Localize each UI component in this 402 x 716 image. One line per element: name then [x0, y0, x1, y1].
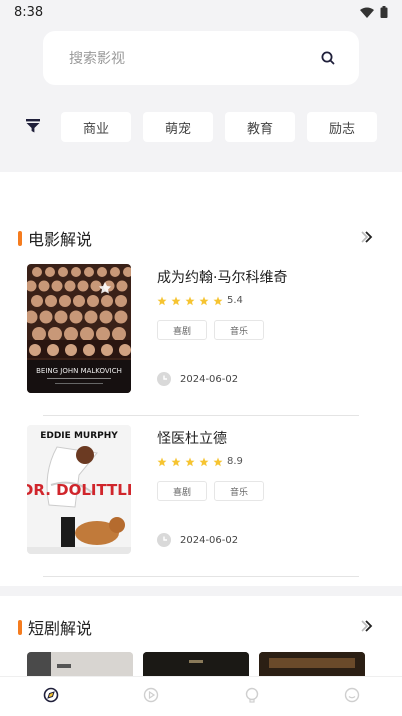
date-row: 2024-06-02	[157, 372, 238, 386]
poster-caption-top: EDDIE MURPHY	[40, 431, 118, 441]
section-title-short: 短剧解说	[18, 615, 92, 639]
home-icon[interactable]	[43, 687, 59, 703]
star-icon	[157, 296, 167, 305]
star-icon	[199, 457, 209, 466]
section-accent-bar	[18, 619, 22, 635]
star-icon	[185, 296, 195, 305]
filter-row: 商业 萌宠 教育 励志	[0, 110, 402, 144]
genre-tag[interactable]: 音乐	[214, 481, 264, 501]
section-title-movies: 电影解说	[18, 226, 92, 250]
search-icon[interactable]	[321, 51, 335, 65]
section-title-text: 短剧解说	[28, 619, 93, 638]
genre-tag[interactable]: 喜剧	[157, 481, 207, 501]
movie-section: 电影解说 BEING JOHN MALKOVICH 成为约翰·马尔科维奇 5.4…	[0, 172, 402, 586]
movie-card[interactable]: BEING JOHN MALKOVICH 成为约翰·马尔科维奇 5.4 喜剧 音…	[0, 264, 402, 414]
rating-row: 8.9	[157, 456, 243, 467]
movie-title[interactable]: 成为约翰·马尔科维奇	[157, 267, 287, 287]
release-date: 2024-06-02	[180, 534, 239, 546]
clock-icon	[157, 533, 171, 547]
status-time: 8:38	[14, 4, 44, 20]
rating-row: 5.4	[157, 295, 243, 306]
divider	[43, 415, 359, 416]
movie-poster[interactable]: EDDIE MURPHY DR. DOLITTLE	[27, 425, 131, 554]
poster-caption-main: DR. DOLITTLE	[27, 481, 131, 499]
release-date: 2024-06-02	[180, 373, 239, 385]
chevron-right-icon[interactable]	[360, 230, 374, 244]
section-accent-bar	[18, 230, 22, 246]
battery-icon	[380, 6, 388, 18]
star-icon	[213, 457, 223, 466]
poster-caption: BEING JOHN MALKOVICH	[36, 367, 122, 375]
star-icon	[157, 457, 167, 466]
movie-card[interactable]: EDDIE MURPHY DR. DOLITTLE 怪医杜立德 8.9 喜剧 音…	[0, 425, 402, 575]
filter-icon[interactable]	[26, 119, 40, 133]
star-icon	[213, 296, 223, 305]
star-icon	[185, 457, 195, 466]
bottom-tab-bar	[0, 676, 402, 716]
genre-tag[interactable]: 喜剧	[157, 320, 207, 340]
wifi-icon	[360, 7, 374, 18]
filter-chip-pets[interactable]: 萌宠	[143, 112, 213, 142]
tag-row: 喜剧 音乐	[157, 481, 264, 501]
divider	[43, 576, 359, 577]
bulb-icon[interactable]	[244, 687, 260, 703]
date-row: 2024-06-02	[157, 533, 238, 547]
tag-row: 喜剧 音乐	[157, 320, 264, 340]
search-input[interactable]: 搜索影视	[69, 48, 125, 68]
profile-icon[interactable]	[344, 687, 360, 703]
clock-icon	[157, 372, 171, 386]
star-icon	[171, 457, 181, 466]
filter-chip-education[interactable]: 教育	[225, 112, 295, 142]
play-icon[interactable]	[143, 687, 159, 703]
section-title-text: 电影解说	[28, 230, 93, 249]
status-bar: 8:38	[0, 0, 402, 24]
filter-chip-inspiration[interactable]: 励志	[307, 112, 377, 142]
chevron-right-icon[interactable]	[360, 619, 374, 633]
search-bar[interactable]: 搜索影视	[43, 31, 359, 85]
star-icon	[199, 296, 209, 305]
rating-value: 8.9	[227, 456, 243, 467]
rating-value: 5.4	[227, 295, 243, 306]
filter-chip-business[interactable]: 商业	[61, 112, 131, 142]
genre-tag[interactable]: 音乐	[214, 320, 264, 340]
star-icon	[171, 296, 181, 305]
movie-title[interactable]: 怪医杜立德	[157, 428, 227, 448]
movie-poster[interactable]: BEING JOHN MALKOVICH	[27, 264, 131, 393]
